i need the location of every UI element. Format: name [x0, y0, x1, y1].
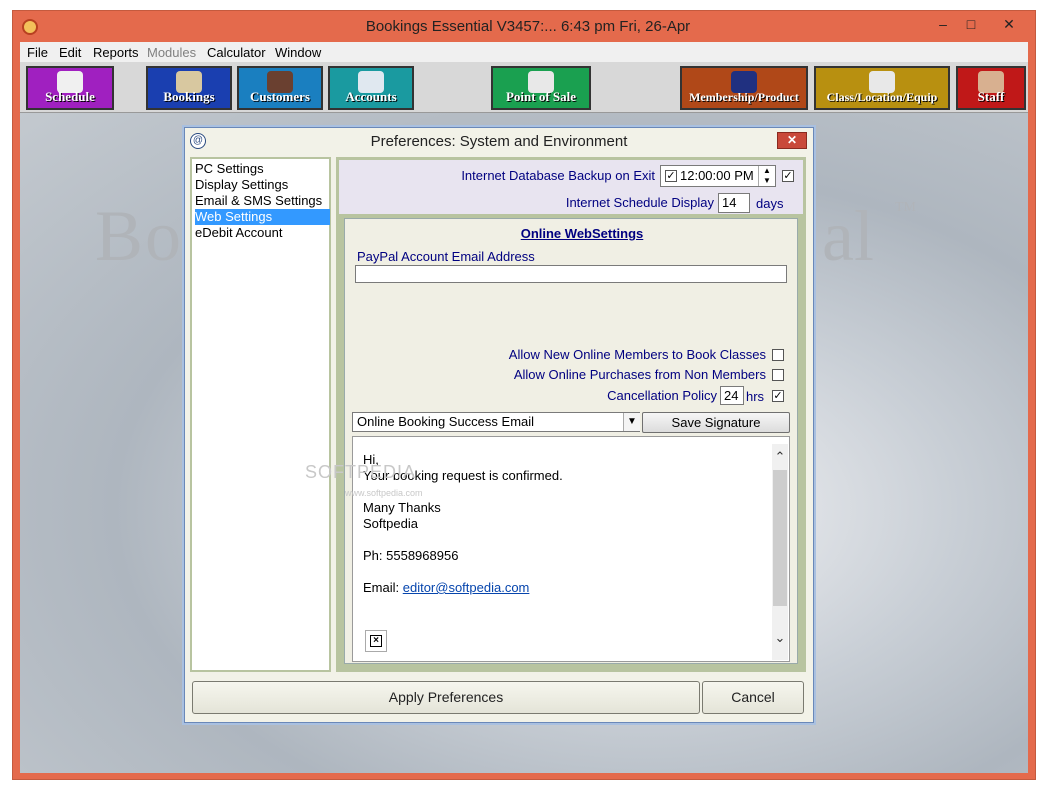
- backup-time-value: 12:00:00 PM: [680, 168, 754, 183]
- dialog-title: Preferences: System and Environment: [370, 133, 628, 150]
- close-button[interactable]: ✕: [994, 14, 1024, 34]
- menu-modules[interactable]: Modules: [147, 45, 196, 60]
- window-title: Bookings Essential V3457:... 6:43 pm Fri…: [365, 18, 691, 35]
- editor-line-email: Email: editor@softpedia.com: [363, 580, 529, 595]
- editor-email-link[interactable]: editor@softpedia.com: [403, 580, 530, 595]
- customers-button[interactable]: Customers: [237, 66, 323, 110]
- cancellation-hours-unit: hrs: [746, 389, 765, 404]
- menu-file[interactable]: File: [27, 45, 48, 60]
- scroll-down-icon[interactable]: ⌄: [772, 630, 788, 646]
- paypal-email-input[interactable]: [355, 265, 787, 283]
- background-wordmark-left: Bo: [95, 196, 184, 276]
- membership-product-button[interactable]: Membership/Product: [680, 66, 808, 110]
- menu-calculator[interactable]: Calculator: [207, 45, 266, 60]
- menu-edit[interactable]: Edit: [59, 45, 81, 60]
- schedule-button-label: Schedule: [45, 89, 95, 104]
- background-trademark: TM: [895, 200, 916, 215]
- schedule-days-unit: days: [756, 196, 784, 211]
- broken-image-icon: ×: [365, 630, 387, 652]
- editor-line-thanks: Many Thanks: [363, 500, 441, 515]
- minimize-button[interactable]: –: [928, 14, 958, 34]
- allow-new-members-checkbox[interactable]: [772, 349, 784, 361]
- allow-non-members-checkbox[interactable]: [772, 369, 784, 381]
- cancellation-policy-checkbox[interactable]: ✓: [772, 390, 784, 402]
- allow-non-members-label: Allow Online Purchases from Non Members: [513, 367, 766, 382]
- menu-window[interactable]: Window: [275, 45, 321, 60]
- schedule-button[interactable]: Schedule: [26, 66, 114, 110]
- watermark-text: SOFTPEDIA: [305, 462, 417, 482]
- maximize-button[interactable]: □: [956, 14, 986, 34]
- cancellation-hours-input[interactable]: 24: [720, 386, 744, 405]
- editor-email-label: Email:: [363, 580, 403, 595]
- editor-scroll-thumb[interactable]: [773, 470, 787, 606]
- chevron-down-icon[interactable]: ▼: [623, 413, 640, 431]
- class-location-equip-button[interactable]: Class/Location/Equip: [814, 66, 950, 110]
- schedule-days-input[interactable]: 14: [718, 193, 750, 213]
- scroll-up-icon[interactable]: ⌃: [772, 449, 788, 465]
- accounts-button-label: Accounts: [345, 89, 397, 104]
- class-location-equip-button-label: Class/Location/Equip: [826, 90, 938, 104]
- accounts-button[interactable]: Accounts: [328, 66, 414, 110]
- schedule-display-label: Internet Schedule Display: [565, 195, 714, 210]
- paypal-email-label: PayPal Account Email Address: [357, 249, 535, 264]
- nav-item-display-settings[interactable]: Display Settings: [195, 177, 330, 193]
- editor-line-signature: Softpedia: [363, 516, 418, 531]
- membership-product-button-label: Membership/Product: [689, 90, 799, 104]
- nav-item-edebit-account[interactable]: eDebit Account: [195, 225, 330, 241]
- nav-item-web-settings[interactable]: Web Settings: [195, 209, 330, 225]
- cancel-button[interactable]: Cancel: [702, 681, 804, 714]
- staff-button[interactable]: Staff: [956, 66, 1026, 110]
- bookings-button[interactable]: Bookings: [146, 66, 232, 110]
- nav-item-pc-settings[interactable]: PC Settings: [195, 161, 330, 177]
- bookings-button-label: Bookings: [163, 89, 215, 104]
- time-spinner[interactable]: ▲ ▼: [758, 166, 775, 186]
- apply-preferences-button[interactable]: Apply Preferences: [192, 681, 700, 714]
- menu-reports[interactable]: Reports: [93, 45, 139, 60]
- backup-time-checkbox[interactable]: ✓: [665, 170, 677, 182]
- editor-line-phone: Ph: 5558968956: [363, 548, 459, 563]
- backup-enabled-checkbox[interactable]: ✓: [782, 170, 794, 182]
- customers-button-label: Customers: [250, 89, 310, 104]
- dialog-close-button[interactable]: ✕: [777, 132, 807, 149]
- backup-on-exit-label: Internet Database Backup on Exit: [461, 168, 655, 183]
- point-of-sale-button[interactable]: Point of Sale: [491, 66, 591, 110]
- online-websettings-title: Online WebSettings: [520, 226, 644, 241]
- watermark-subtext: www.softpedia.com: [345, 488, 423, 498]
- staff-button-label: Staff: [977, 89, 1005, 104]
- allow-new-members-label: Allow New Online Members to Book Classes: [508, 347, 766, 362]
- nav-item-email-sms-settings[interactable]: Email & SMS Settings: [195, 193, 330, 209]
- background-wordmark-right: al: [822, 196, 874, 276]
- cancellation-policy-label: Cancellation Policy: [607, 388, 717, 403]
- save-signature-button[interactable]: Save Signature: [642, 412, 790, 433]
- point-of-sale-button-label: Point of Sale: [505, 89, 577, 104]
- email-template-select[interactable]: Online Booking Success Email: [352, 412, 640, 432]
